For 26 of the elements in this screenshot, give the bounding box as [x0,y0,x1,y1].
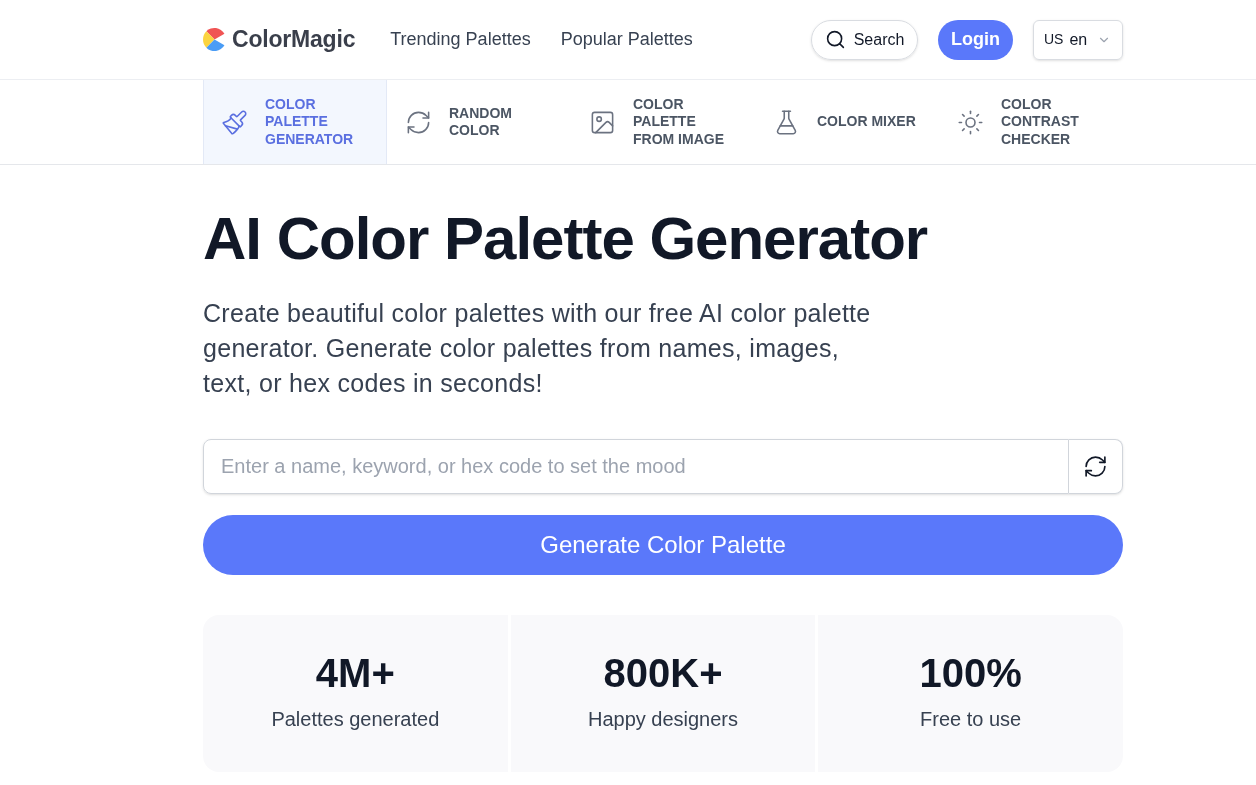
stat-value: 4M+ [315,650,395,697]
generate-button[interactable]: Generate Color Palette [203,515,1123,575]
page-subtitle: Create beautiful color palettes with our free AI color palette generator. Generate color palettes from names, images, text, or hex codes in seconds! [203,298,872,399]
nav-link[interactable]: Trending Palettes [390,26,531,53]
login-button[interactable]: Login [938,19,1013,60]
stat-label: Happy designers [587,707,739,732]
language-selector[interactable]: US en [1033,19,1123,60]
stat-value: 100% [919,650,1022,697]
tool-tab[interactable]: RANDOM COLOR [387,80,571,164]
nav-link[interactable]: Popular Palettes [560,26,693,53]
mood-input[interactable]: Enter a name, keyword, or hex code to set the mood [203,439,1069,494]
tool-tab[interactable]: COLOR PALETTE FROM IMAGE [571,80,755,164]
tool-tab[interactable]: COLOR MIXER [755,80,939,164]
paintbrush-icon [221,108,248,136]
stat-label: Palettes generated [271,707,440,732]
refresh-button[interactable] [1069,439,1123,494]
stat-value: 800K+ [603,650,723,697]
stat-label: Free to use [920,707,1022,732]
logo-text[interactable]: ColorMagic [232,22,356,57]
logo-icon [203,28,226,51]
refresh-icon [1083,454,1108,479]
search-icon [824,29,846,50]
sun-icon [957,108,984,136]
tool-tab[interactable]: COLOR CONTRAST CHECKER [939,80,1123,164]
page-title: AI Color Palette Generator [203,206,929,272]
tool-tab[interactable]: COLOR PALETTE GENERATOR [203,80,387,164]
